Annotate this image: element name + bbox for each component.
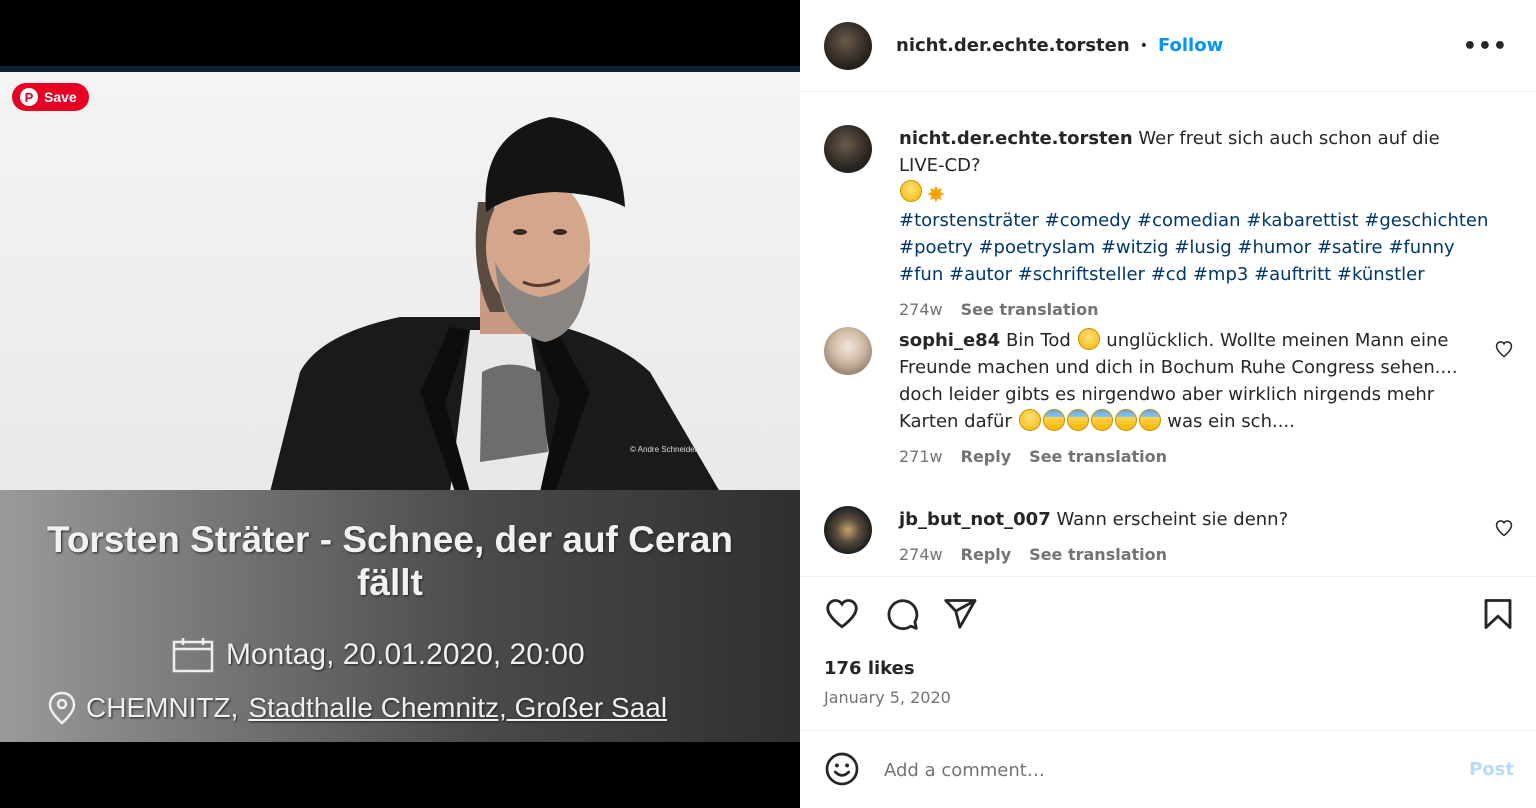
comments-list[interactable]: nicht.der.echte.torsten Wer freut sich a… xyxy=(800,93,1536,576)
comment-text-part3: was ein sch.... xyxy=(1167,411,1295,432)
follow-button[interactable]: Follow xyxy=(1158,35,1223,56)
disappointed-emoji-icon xyxy=(1018,409,1041,431)
header-separator: • xyxy=(1139,37,1148,54)
comment-age[interactable]: 271w xyxy=(899,443,943,470)
hashtag-link[interactable]: #mp3 xyxy=(1193,264,1249,285)
event-location-row: CHEMNITZ, Stadthalle Chemnitz, Großer Sa… xyxy=(48,691,667,725)
hashtag-link[interactable]: #geschichten xyxy=(1364,210,1488,231)
share-icon[interactable] xyxy=(942,596,978,632)
hashtag-link[interactable]: #künstler xyxy=(1337,264,1425,285)
smiley-icon[interactable] xyxy=(824,751,860,787)
fearful-emoji-icon xyxy=(1066,409,1089,431)
post-actions xyxy=(824,596,1514,632)
collision-emoji-icon: ✸ xyxy=(926,183,946,208)
comment-text-part1: Bin Tod xyxy=(1005,330,1071,351)
reply-button[interactable]: Reply xyxy=(961,443,1012,470)
photo-watermark: © Andre Schneider xyxy=(630,445,698,454)
comment-username[interactable]: sophi_e84 xyxy=(899,330,1000,351)
see-translation-button[interactable]: See translation xyxy=(1029,443,1167,470)
post-media: © Andre Schneider P Save Torsten Sträter… xyxy=(0,0,800,808)
pinterest-icon: P xyxy=(20,88,38,106)
caption-age[interactable]: 274w xyxy=(899,296,943,323)
event-date: Montag, 20.01.2020, 20:00 xyxy=(226,638,585,671)
grin-emoji-icon xyxy=(900,180,922,202)
comment-age[interactable]: 274w xyxy=(899,541,943,568)
post-photo xyxy=(0,72,800,492)
hashtag-link[interactable]: #comedian xyxy=(1137,210,1240,231)
media-bottom-letterbox xyxy=(0,742,800,808)
hashtag-link[interactable]: #torstensträter xyxy=(899,210,1039,231)
hashtag-link[interactable]: #poetryslam xyxy=(978,237,1095,258)
caption-body: nicht.der.echte.torsten Wer freut sich a… xyxy=(899,125,1489,323)
caption-meta: 274w See translation xyxy=(899,296,1489,323)
pinterest-save-label: Save xyxy=(44,89,77,105)
fearful-emoji-icon xyxy=(1138,409,1161,431)
comment-icon[interactable] xyxy=(884,596,920,632)
comment-text: Wann erscheint sie denn? xyxy=(1056,509,1289,530)
post-header: nicht.der.echte.torsten • Follow ••• xyxy=(800,0,1536,92)
event-title-line2: fällt xyxy=(357,562,423,603)
hashtag-link[interactable]: #comedy xyxy=(1045,210,1132,231)
event-title-line1: Torsten Sträter - Schnee, der auf Ceran xyxy=(46,519,734,560)
comment-like-heart-icon[interactable] xyxy=(1494,518,1514,538)
commenter-avatar[interactable] xyxy=(824,506,872,554)
comment-meta: 274w Reply See translation xyxy=(899,541,1489,568)
hashtag-link[interactable]: #fun xyxy=(899,264,943,285)
likes-count[interactable]: 176 likes xyxy=(824,658,915,679)
author-avatar[interactable] xyxy=(824,21,872,70)
heart-icon[interactable] xyxy=(824,596,860,632)
hashtag-link[interactable]: #kabarettist xyxy=(1246,210,1358,231)
hashtag-link[interactable]: #autor xyxy=(949,264,1012,285)
see-translation-button[interactable]: See translation xyxy=(1029,541,1167,568)
comment-body: jb_but_not_007 Wann erscheint sie denn? … xyxy=(899,506,1489,568)
fearful-emoji-icon xyxy=(1090,409,1113,431)
calendar-icon xyxy=(172,638,214,673)
actions-divider xyxy=(800,576,1536,577)
comment-meta: 271w Reply See translation xyxy=(899,443,1469,470)
event-title: Torsten Sträter - Schnee, der auf Ceran … xyxy=(0,518,780,604)
hashtag-link[interactable]: #poetry xyxy=(899,237,973,258)
hashtag-link[interactable]: #auftritt xyxy=(1254,264,1331,285)
comedian-portrait xyxy=(270,117,720,492)
post-date[interactable]: January 5, 2020 xyxy=(824,688,951,707)
comment-body: sophi_e84 Bin Tod unglücklich. Wollte me… xyxy=(899,327,1469,470)
see-translation-button[interactable]: See translation xyxy=(961,296,1099,323)
more-options-button[interactable]: ••• xyxy=(1463,34,1508,59)
event-date-row: Montag, 20.01.2020, 20:00 xyxy=(172,637,585,673)
reply-button[interactable]: Reply xyxy=(961,541,1012,568)
hashtag-link[interactable]: #funny xyxy=(1388,237,1454,258)
pinterest-save-button[interactable]: P Save xyxy=(12,83,89,111)
sad-emoji-icon xyxy=(1077,328,1100,350)
add-comment-bar: Post xyxy=(800,730,1536,808)
comment-like-heart-icon[interactable] xyxy=(1494,339,1514,359)
comment-input[interactable] xyxy=(884,755,1444,785)
fearful-emoji-icon xyxy=(1042,409,1065,431)
post-side-panel: nicht.der.echte.torsten • Follow ••• nic… xyxy=(800,0,1536,808)
author-username[interactable]: nicht.der.echte.torsten xyxy=(896,35,1130,56)
comment-username[interactable]: jb_but_not_007 xyxy=(899,509,1051,530)
hashtag-link[interactable]: #witzig xyxy=(1101,237,1169,258)
hashtag-link[interactable]: #schriftsteller xyxy=(1018,264,1145,285)
post-comment-button[interactable]: Post xyxy=(1469,759,1514,780)
caption-username[interactable]: nicht.der.echte.torsten xyxy=(899,128,1133,149)
fearful-emoji-icon xyxy=(1114,409,1137,431)
hashtag-link[interactable]: #lusig xyxy=(1174,237,1231,258)
hashtag-link[interactable]: #cd xyxy=(1151,264,1187,285)
hashtag-link[interactable]: #satire xyxy=(1317,237,1383,258)
event-city: CHEMNITZ, xyxy=(86,692,239,723)
location-pin-icon xyxy=(48,691,76,725)
caption-hashtags: #torstensträter #comedy #comedian #kabar… xyxy=(899,210,1488,285)
event-venue: Stadthalle Chemnitz, Großer Saal xyxy=(248,692,668,723)
commenter-avatar[interactable] xyxy=(824,327,872,375)
hashtag-link[interactable]: #humor xyxy=(1237,237,1311,258)
bookmark-icon[interactable] xyxy=(1480,596,1516,632)
caption-avatar[interactable] xyxy=(824,125,872,173)
